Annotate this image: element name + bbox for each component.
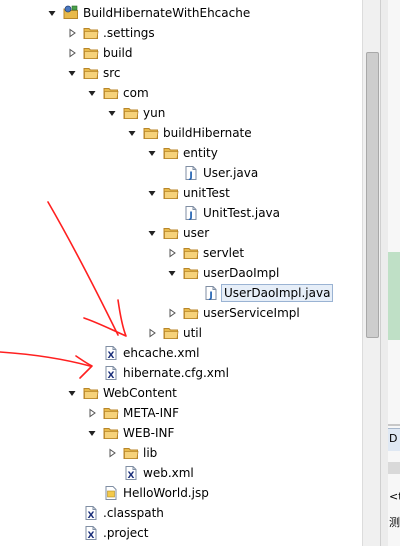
annotation-arrow-upper-head: [83, 299, 127, 337]
annotation-arrow-lower-head: [75, 355, 93, 379]
red-annotation-overlay: [0, 201, 127, 379]
annotation-arrow-upper: [47, 201, 119, 336]
annotation-arrow-lower: [0, 351, 91, 367]
